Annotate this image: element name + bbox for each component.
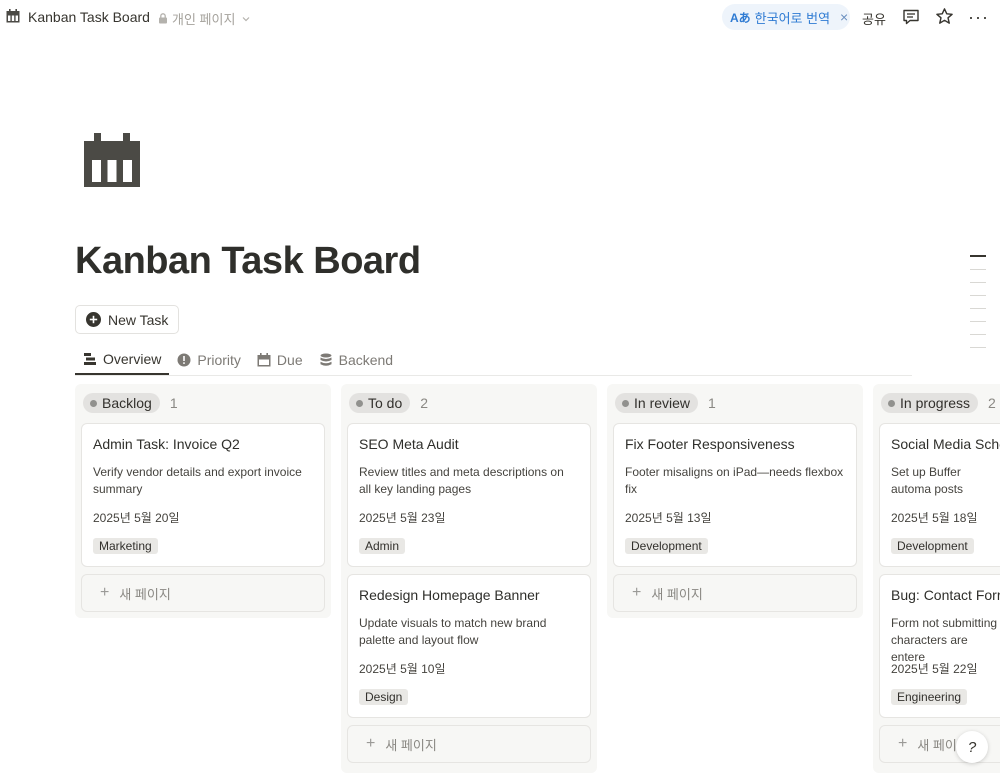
plus-circle-icon	[86, 312, 101, 327]
card-date: 2025년 5월 20일	[93, 511, 180, 525]
task-card[interactable]: Fix Footer Responsiveness Footer misalig…	[613, 423, 857, 567]
share-button[interactable]: 공유	[862, 9, 886, 28]
card-description: Set up Buffer automa posts	[891, 465, 964, 496]
card-tag: Development	[891, 538, 974, 554]
plus-icon: +	[632, 584, 642, 601]
view-tabs: Overview Priority Due Backend	[75, 344, 912, 376]
translate-label[interactable]: 한국어로 번역	[755, 8, 830, 27]
new-task-label: New Task	[108, 311, 169, 328]
card-tag: Admin	[359, 538, 406, 554]
status-badge: To do	[349, 393, 411, 413]
task-card[interactable]: SEO Meta Audit Review titles and meta de…	[347, 423, 591, 567]
tab-label: Priority	[197, 351, 241, 368]
card-date: 2025년 5월 10일	[359, 662, 446, 676]
calendar-icon	[257, 352, 271, 366]
calendar-icon	[6, 9, 20, 23]
add-page-label: 새 페이지	[385, 737, 437, 753]
database-icon	[320, 353, 332, 366]
board-icon	[84, 352, 96, 365]
card-date: 2025년 5월 18일	[891, 511, 978, 525]
card-title: Bug: Contact Forr	[891, 587, 1000, 603]
plus-icon: +	[898, 735, 908, 752]
page-privacy-selector[interactable]: 개인 페이지	[158, 9, 250, 28]
task-card[interactable]: Redesign Homepage Banner Update visuals …	[347, 574, 591, 718]
card-tag: Development	[625, 538, 708, 554]
tab-overview[interactable]: Overview	[75, 344, 170, 375]
calendar-icon[interactable]	[84, 133, 140, 187]
column-count: 2	[988, 395, 996, 411]
new-task-button[interactable]: New Task	[75, 305, 179, 334]
more-options-icon[interactable]: ···	[968, 7, 989, 28]
translate-banner[interactable]: Aあ 한국어로 번역 ×	[722, 4, 850, 30]
add-page-label: 새 페이지	[651, 586, 703, 602]
page-title: Kanban Task Board	[75, 240, 421, 282]
add-page-button[interactable]: + 새 페이지	[81, 574, 325, 612]
add-page-label: 새 페이지	[119, 586, 171, 602]
card-description: Verify vendor details and export invoice…	[93, 465, 302, 496]
card-date: 2025년 5월 13일	[625, 511, 712, 525]
close-icon[interactable]: ×	[840, 9, 848, 25]
card-title: Admin Task: Invoice Q2	[93, 436, 240, 452]
board-column-todo: To do 2 SEO Meta Audit Review titles and…	[341, 384, 597, 773]
tab-due[interactable]: Due	[249, 344, 311, 375]
plus-icon: +	[366, 735, 376, 752]
comment-icon[interactable]	[902, 8, 920, 26]
privacy-label: 개인 페이지	[172, 12, 236, 27]
column-count: 2	[420, 395, 429, 411]
add-page-button[interactable]: + 새 페이지	[347, 725, 591, 763]
card-description: Form not submitting characters are enter…	[891, 616, 998, 664]
card-tag: Design	[359, 689, 409, 705]
translate-icon: Aあ	[730, 10, 751, 25]
help-button[interactable]: ?	[956, 731, 988, 763]
chevron-down-icon	[242, 16, 250, 21]
card-tag: Marketing	[93, 538, 158, 554]
card-description: Update visuals to match new brand palett…	[359, 616, 547, 647]
plus-icon: +	[100, 584, 110, 601]
board-column-in-review: In review 1 Fix Footer Responsiveness Fo…	[607, 384, 863, 618]
task-card[interactable]: Social Media Sche Set up Buffer automa p…	[879, 423, 1000, 567]
board-column-backlog: Backlog 1 Admin Task: Invoice Q2 Verify …	[75, 384, 331, 618]
card-description: Footer misaligns on iPad—needs flexbox f…	[625, 465, 844, 496]
column-count: 1	[169, 395, 178, 411]
task-card[interactable]: Admin Task: Invoice Q2 Verify vendor det…	[81, 423, 325, 567]
card-description: Review titles and meta descriptions on a…	[359, 465, 564, 496]
top-bar: Kanban Task Board 개인 페이지 Aあ 한국어로 번역 × 공유…	[0, 0, 1000, 34]
lock-icon	[159, 13, 167, 24]
tab-label: Backend	[338, 351, 394, 368]
star-icon[interactable]	[935, 7, 954, 26]
alert-circle-icon	[177, 353, 191, 366]
help-icon: ?	[967, 738, 977, 756]
breadcrumb-page-title[interactable]: Kanban Task Board	[28, 9, 150, 25]
card-title: Redesign Homepage Banner	[359, 587, 540, 603]
tab-label: Overview	[103, 350, 162, 367]
add-page-button[interactable]: + 새 페이지	[613, 574, 857, 612]
tab-backend[interactable]: Backend	[311, 344, 401, 375]
card-date: 2025년 5월 22일	[891, 662, 978, 676]
page-outline[interactable]	[970, 255, 986, 360]
column-count: 1	[708, 395, 716, 411]
card-title: SEO Meta Audit	[359, 436, 459, 452]
card-title: Fix Footer Responsiveness	[625, 436, 795, 452]
board-column-in-progress: In progress 2 Social Media Sche Set up B…	[873, 384, 1000, 773]
task-card[interactable]: Bug: Contact Forr Form not submitting ch…	[879, 574, 1000, 718]
status-badge: In progress	[881, 393, 979, 413]
card-date: 2025년 5월 23일	[359, 511, 446, 525]
card-tag: Engineering	[891, 689, 968, 705]
status-badge: In review	[615, 393, 699, 413]
tab-label: Due	[276, 351, 303, 368]
status-badge: Backlog	[83, 393, 160, 413]
tab-priority[interactable]: Priority	[169, 344, 249, 375]
card-title: Social Media Sche	[891, 436, 1000, 452]
